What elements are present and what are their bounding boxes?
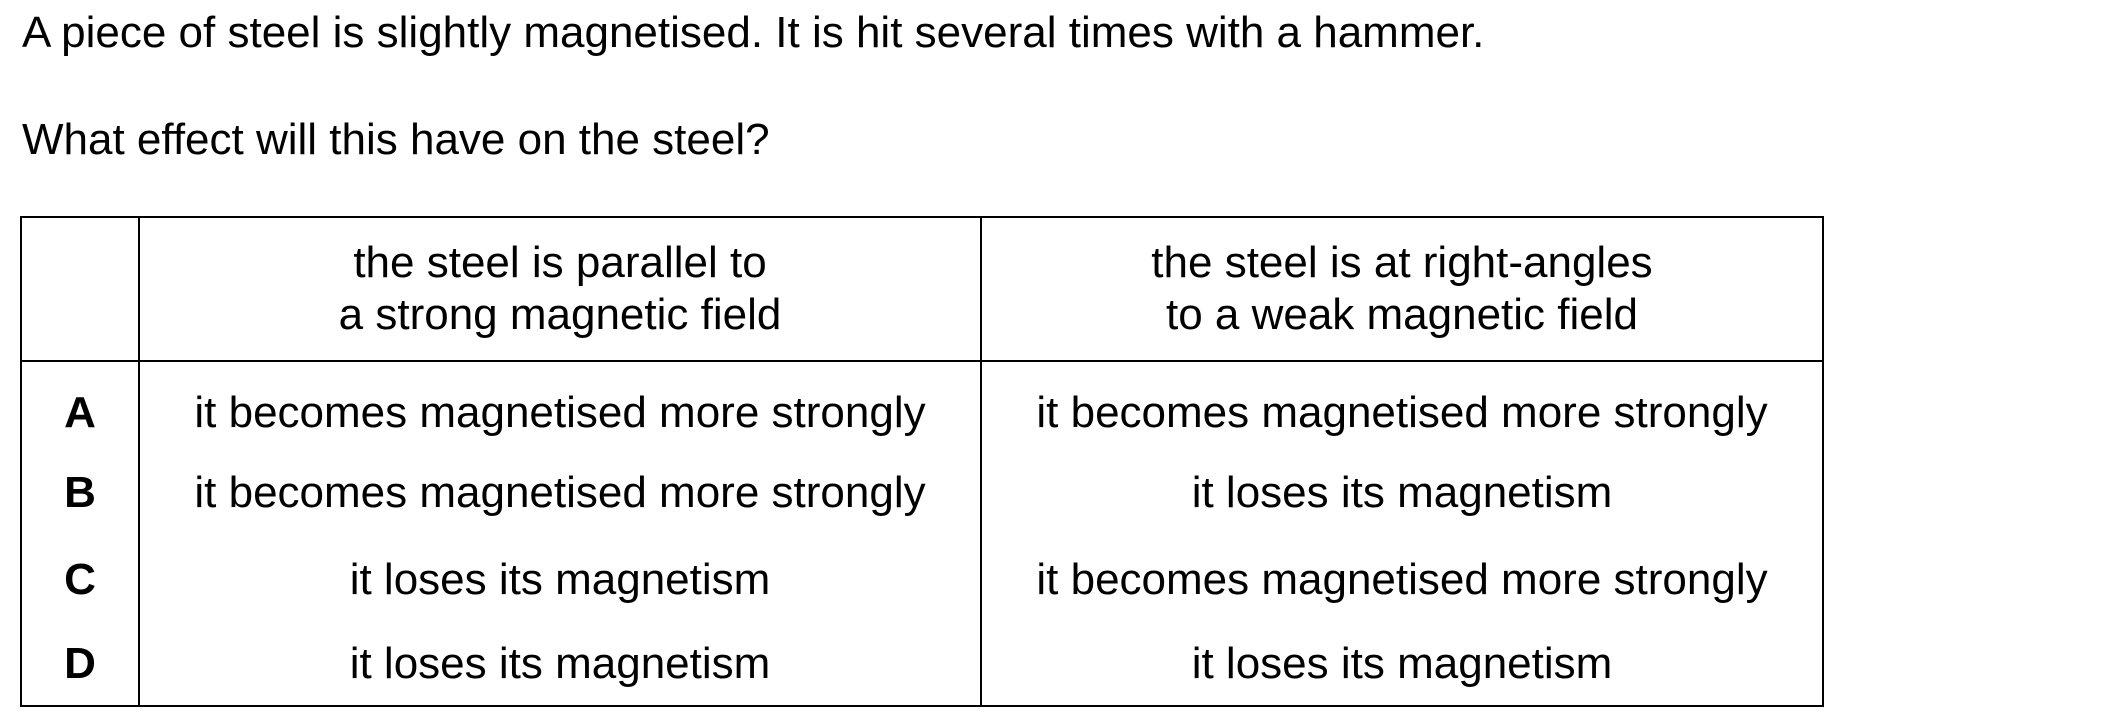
table-header-row: the steel is parallel to a strong magnet…: [20, 216, 1824, 362]
header-empty-cell: [20, 216, 140, 362]
question-prompt: What effect will this have on the steel?: [22, 115, 770, 164]
header-col2-line2: to a weak magnetic field: [1165, 290, 1639, 339]
table-row-d: D it loses its magnetism it loses its ma…: [20, 623, 1824, 707]
answer-options-table: the steel is parallel to a strong magnet…: [20, 216, 1824, 707]
option-col1: it loses its magnetism: [138, 623, 982, 707]
option-col2: it becomes magnetised more strongly: [980, 361, 1824, 449]
option-letter: D: [20, 623, 140, 707]
question-intro: A piece of steel is slightly magnetised.…: [22, 8, 1485, 57]
table-row-b: B it becomes magnetised more strongly it…: [20, 449, 1824, 536]
option-col1: it becomes magnetised more strongly: [138, 361, 982, 449]
option-col1: it loses its magnetism: [138, 536, 982, 623]
option-col2: it loses its magnetism: [980, 449, 1824, 536]
option-col2: it becomes magnetised more strongly: [980, 536, 1824, 623]
option-letter: A: [20, 361, 140, 449]
header-col1-line1: the steel is parallel to: [353, 238, 767, 287]
option-letter: C: [20, 536, 140, 623]
header-col2-line1: the steel is at right-angles: [1151, 238, 1653, 287]
option-col2: it loses its magnetism: [980, 623, 1824, 707]
table-row-c: C it loses its magnetism it becomes magn…: [20, 536, 1824, 623]
header-right-angles-weak: the steel is at right-angles to a weak m…: [980, 216, 1824, 362]
table-row-a: A it becomes magnetised more strongly it…: [20, 361, 1824, 449]
option-col1: it becomes magnetised more strongly: [138, 449, 982, 536]
header-col1-line2: a strong magnetic field: [338, 290, 782, 339]
option-letter: B: [20, 449, 140, 536]
header-parallel-strong: the steel is parallel to a strong magnet…: [138, 216, 982, 362]
